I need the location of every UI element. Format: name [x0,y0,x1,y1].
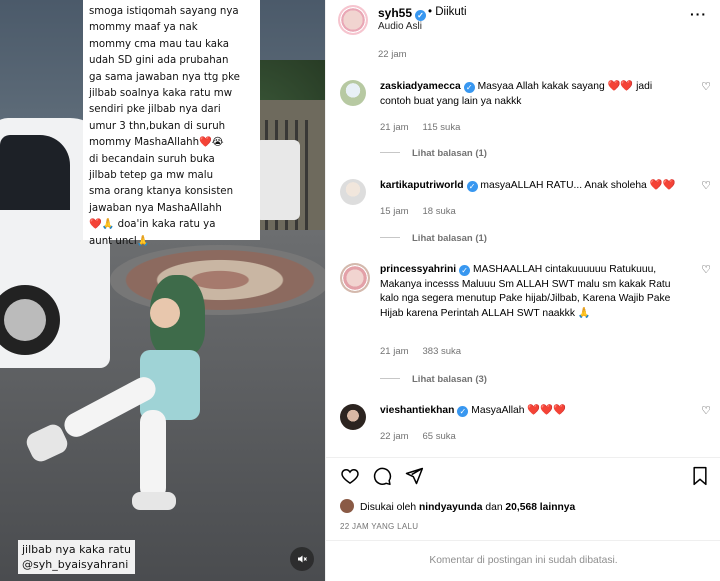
mute-button[interactable] [290,547,314,571]
avatar[interactable] [340,80,366,106]
comment-bubble-icon[interactable] [372,466,392,486]
video-overlay-text: jilbab nya kaka ratu @syh_byaisyahrani [18,540,135,574]
replies-divider [380,237,400,238]
comment-username[interactable]: princessyahrini [380,264,456,275]
view-replies-button[interactable]: Lihat balasan (3) [380,374,487,385]
avatar[interactable] [340,263,370,293]
avatar[interactable] [338,5,368,35]
like-comment-heart-icon[interactable]: ♡ [701,179,711,192]
avatar[interactable] [340,404,366,430]
video-child-face [150,298,180,328]
view-replies-label[interactable]: Lihat balasan (3) [412,374,487,385]
comment-body: vieshantiekhan ✓ MasyaAllah ❤️❤️❤️ [380,404,685,419]
verified-icon: ✓ [457,406,469,417]
comments-restricted-notice: Komentar di postingan ini sudah dibatasi… [326,540,720,581]
comment-meta: 15 jam 18 suka [380,206,470,217]
view-replies-label[interactable]: Lihat balasan (1) [412,148,487,159]
avatar[interactable] [340,179,366,205]
video-car-window [0,135,70,210]
comment-meta: 22 jam 65 suka [380,431,470,442]
comment-username[interactable]: kartikaputriworld [380,180,464,191]
video-overlay-line: jilbab nya kaka ratu [22,543,131,556]
comment-time: 15 jam [380,206,409,217]
replies-divider [380,152,400,153]
more-options-icon[interactable]: ··· [690,6,707,22]
view-replies-label[interactable]: Lihat balasan (1) [412,233,487,244]
comment-time: 21 jam [380,346,409,357]
comment-username[interactable]: vieshantiekhan [380,405,454,416]
comment-time: 22 jam [380,431,409,442]
liked-by-user[interactable]: nindyayunda [419,502,483,513]
share-paper-plane-icon[interactable] [404,466,424,486]
like-comment-heart-icon[interactable]: ♡ [701,404,711,417]
follow-status: • Diikuti [428,6,467,18]
verified-icon: ✓ [415,10,427,21]
comment-likes[interactable]: 65 suka [423,431,456,442]
comment-body: zaskiadyamecca ✓ Masyaa Allah kakak sayan… [380,80,685,109]
comment-username[interactable]: zaskiadyamecca [380,81,461,92]
comment-text: MasyaAllah [471,405,525,416]
likes-count[interactable]: 20,568 lainnya [505,502,575,513]
comment-emoji: 🙏 [577,307,591,319]
video-child-shoe [132,492,176,510]
comment-likes[interactable]: 383 suka [423,346,462,357]
liked-by-middle: dan [485,502,503,513]
view-replies-button[interactable]: Lihat balasan (1) [380,148,487,159]
video-floor-medallion [110,245,325,315]
comment-emoji: ❤️❤️ [607,81,634,92]
speaker-muted-icon [298,555,307,563]
comment-likes[interactable]: 115 suka [423,122,461,133]
comment-body: kartikaputriworld ✓ masyaALLAH RATU... An… [380,179,685,194]
post-panel: syh55 ✓ • Diikuti Audio Asli ··· 22 jam z… [325,0,720,581]
comment-meta: 21 jam 115 suka [380,122,474,133]
verified-icon: ✓ [466,181,478,192]
bookmark-icon[interactable] [691,466,709,486]
video-overlay-line: @syh_byaisyahrani [22,558,129,571]
video-child-leg [140,410,166,500]
video-caption-overlay: smoga istiqomah sayang nya mommy maaf ya… [83,0,260,247]
comment-meta: 21 jam 383 suka [380,346,475,357]
post-date: 22 JAM YANG LALU [340,522,419,531]
comment-likes[interactable]: 18 suka [423,206,456,217]
view-replies-button[interactable]: Lihat balasan (1) [380,233,487,244]
comment-body: princessyahrini ✓ MASHAALLAH cintakuuuuuu… [380,263,685,321]
post-author-name[interactable]: syh55 [378,6,412,20]
audio-label[interactable]: Audio Asli [378,21,422,32]
verified-icon: ✓ [459,265,471,276]
video-car-background [255,140,300,220]
verified-icon: ✓ [463,82,475,93]
like-comment-heart-icon[interactable]: ♡ [701,80,711,93]
liked-by-prefix: Disukai oleh [360,502,417,513]
comment-text: masyaALLAH RATU... Anak sholeha [480,180,647,191]
like-comment-heart-icon[interactable]: ♡ [701,263,711,276]
post-author[interactable]: syh55 ✓ [378,6,427,21]
comment-emoji: ❤️❤️❤️ [527,405,566,416]
avatar[interactable] [340,499,354,513]
post-actions [326,457,720,492]
liked-by: Disukai oleh nindyayunda dan 20,568 lain… [340,499,575,513]
video-caption-text: smoga istiqomah sayang nya mommy maaf ya… [89,6,240,247]
post-time: 22 jam [378,49,407,60]
like-heart-icon[interactable] [340,466,360,486]
comment-time: 21 jam [380,122,409,133]
replies-divider [380,378,400,379]
video-player[interactable]: smoga istiqomah sayang nya mommy maaf ya… [0,0,325,581]
comment-emoji: ❤️❤️ [649,180,676,191]
comment-text: Masyaa Allah kakak sayang [477,81,605,92]
post-header: syh55 ✓ • Diikuti Audio Asli ··· [326,0,720,40]
